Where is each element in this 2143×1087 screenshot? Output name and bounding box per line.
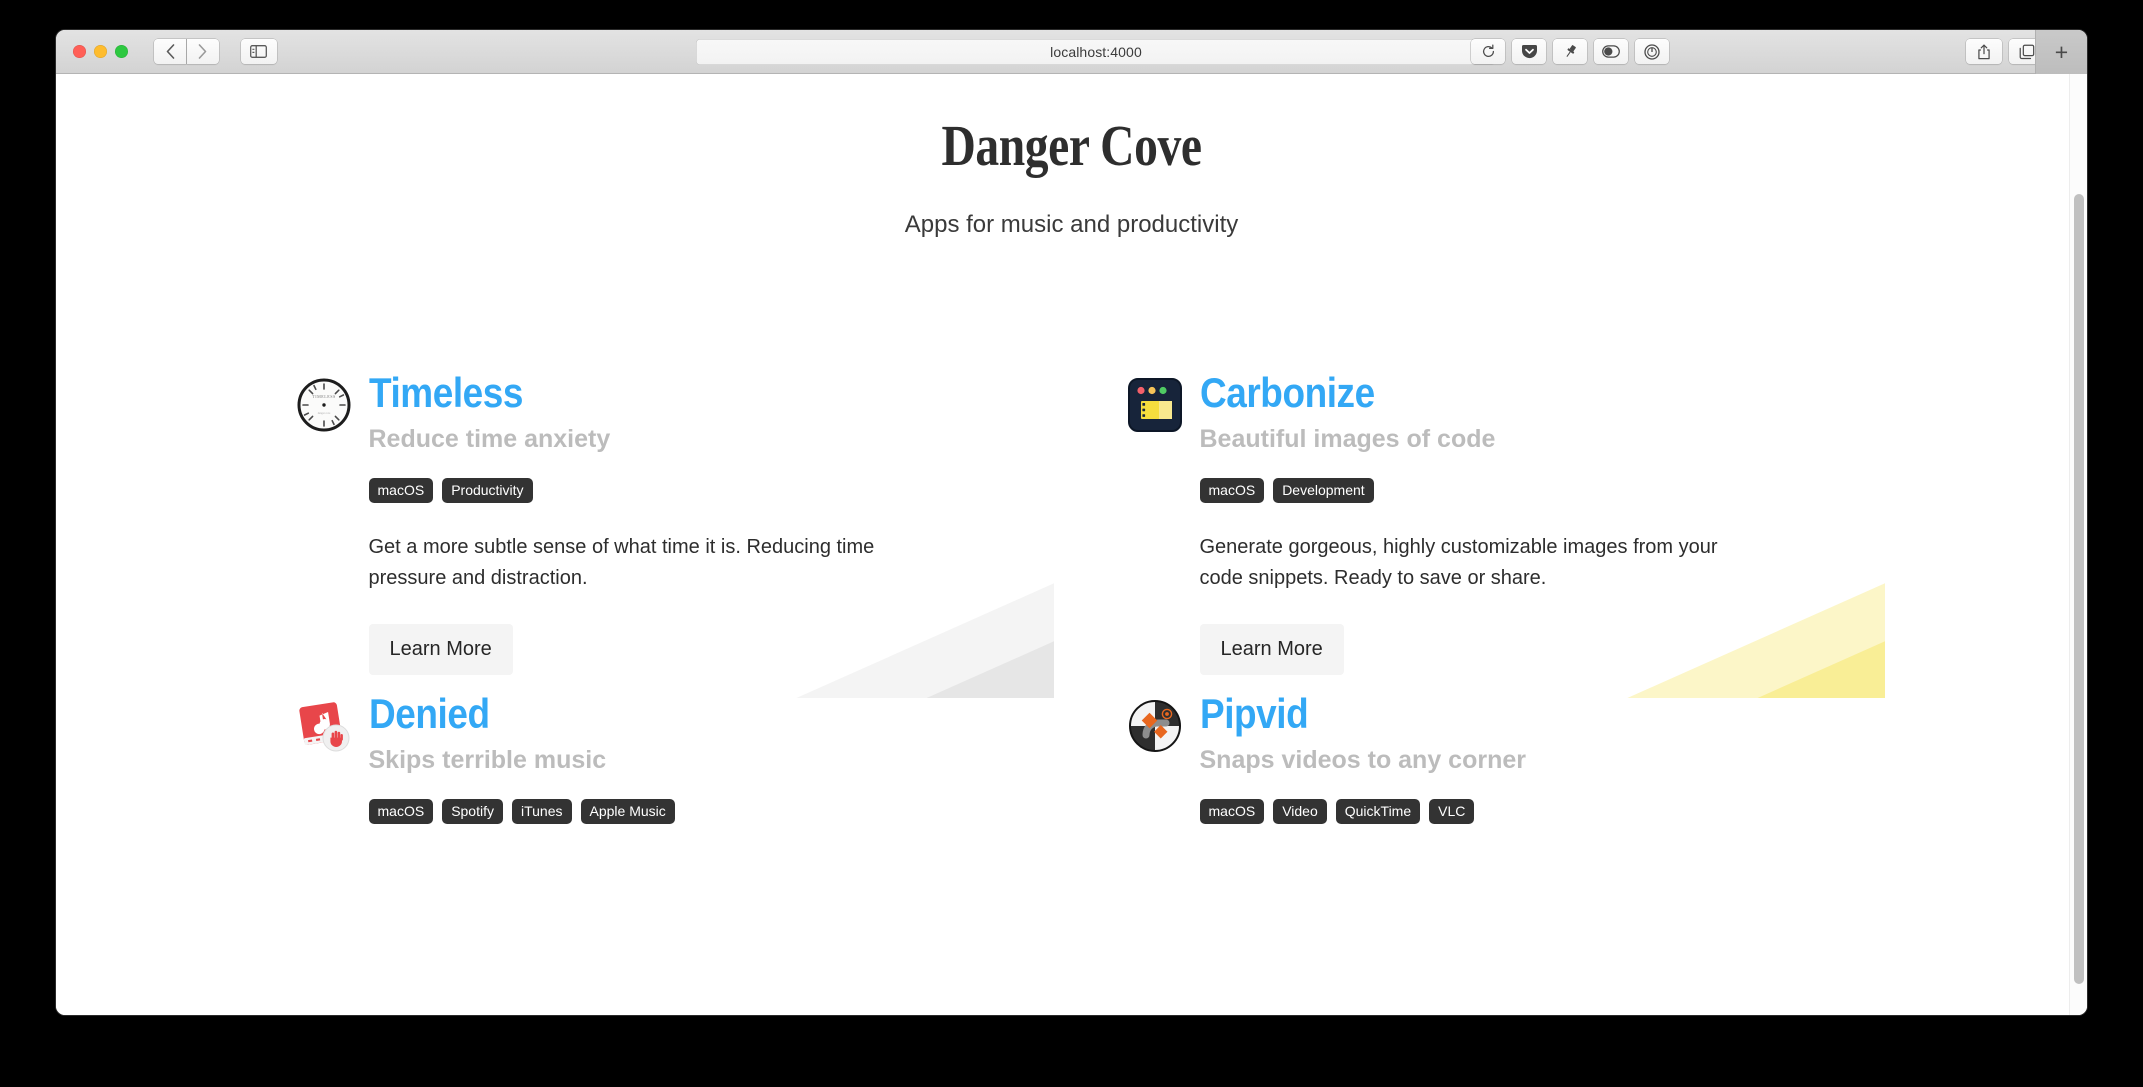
onepassword-button[interactable] — [1635, 39, 1669, 64]
toolbar-right-actions — [1966, 39, 2045, 64]
address-bar-actions — [1471, 39, 1669, 64]
app-card-carbonize: Carbonize Beautiful images of code macOS… — [1127, 371, 1885, 698]
app-card-timeless: TIMELESS danger cove Timeless Reduce tim… — [297, 371, 1054, 698]
tag-chip: macOS — [1199, 478, 1265, 504]
app-tagline: Beautiful images of code — [1199, 424, 1496, 453]
pocket-icon — [1521, 44, 1537, 59]
close-window-button[interactable] — [73, 45, 86, 58]
page-scrollbar[interactable] — [2069, 74, 2087, 1015]
reload-button[interactable] — [1471, 39, 1505, 64]
picture-in-picture-icon — [1128, 699, 1182, 753]
reader-contrast-icon — [1602, 45, 1620, 58]
app-grid: TIMELESS danger cove Timeless Reduce tim… — [297, 239, 1885, 843]
share-icon — [1978, 44, 1990, 59]
app-tagline: Reduce time anxiety — [368, 424, 611, 453]
chevron-left-icon — [166, 44, 174, 59]
music-stop-icon — [297, 699, 351, 753]
new-tab-button[interactable]: + — [2035, 30, 2087, 74]
app-card-header: Pipvid Snaps videos to any corner — [1128, 692, 1847, 775]
app-description: Generate gorgeous, highly customizable i… — [1199, 536, 1718, 589]
tag-chip: macOS — [1199, 799, 1265, 825]
navigation-buttons — [154, 39, 219, 64]
web-page-content: Danger Cove Apps for music and productiv… — [56, 74, 2087, 1015]
page-title: Danger Cove — [941, 113, 1202, 178]
page-subtitle: Apps for music and productivity — [904, 210, 1239, 238]
svg-text:danger cove: danger cove — [317, 412, 330, 415]
chevron-right-icon — [198, 44, 207, 59]
tabs-overview-icon — [2019, 44, 2035, 59]
tag-chip: macOS — [368, 478, 434, 504]
forward-button[interactable] — [186, 39, 219, 64]
tag-chip: QuickTime — [1335, 799, 1421, 825]
app-name[interactable]: Carbonize — [1200, 371, 1460, 414]
pin-tab-button[interactable] — [1553, 39, 1587, 64]
site-header: Danger Cove Apps for music and productiv… — [56, 74, 2087, 239]
share-button[interactable] — [1966, 39, 2002, 64]
url-text: localhost:4000 — [1050, 43, 1142, 60]
onepassword-icon — [1644, 43, 1660, 60]
new-tab-label: + — [2054, 38, 2069, 65]
app-tags: macOS Development — [1199, 478, 1847, 504]
back-button[interactable] — [154, 39, 186, 64]
app-tags: macOS Video QuickTime VLC — [1199, 799, 1847, 825]
code-window-icon — [1127, 377, 1182, 432]
sidebar-toggle-icon — [250, 45, 267, 58]
app-card-denied: Denied Skips terrible music macOS Spotif… — [297, 692, 1016, 843]
minimize-window-button[interactable] — [94, 45, 107, 58]
app-titles: Carbonize Beautiful images of code — [1199, 371, 1496, 454]
app-titles: Pipvid Snaps videos to any corner — [1199, 692, 1527, 775]
app-titles: Denied Skips terrible music — [368, 692, 607, 775]
scrollbar-thumb[interactable] — [2074, 194, 2084, 984]
sidebar-toggle-button[interactable] — [240, 39, 277, 64]
tag-chip: iTunes — [512, 799, 572, 825]
tag-chip: Productivity — [442, 478, 533, 504]
zoom-window-button[interactable] — [115, 45, 128, 58]
app-card-header: Denied Skips terrible music — [297, 692, 1016, 775]
app-tagline: Snaps videos to any corner — [1199, 745, 1527, 774]
app-tags: macOS Spotify iTunes Apple Music — [368, 799, 1016, 825]
clock-icon: TIMELESS danger cove — [297, 378, 351, 432]
tag-chip: VLC — [1429, 799, 1475, 825]
app-name[interactable]: Pipvid — [1200, 692, 1487, 735]
app-name[interactable]: Timeless — [369, 371, 582, 414]
tag-chip: Video — [1273, 799, 1327, 825]
reader-contrast-button[interactable] — [1594, 39, 1628, 64]
tag-chip: Spotify — [442, 799, 503, 825]
reload-icon — [1482, 44, 1494, 57]
learn-more-button[interactable]: Learn More — [368, 623, 513, 675]
app-card-header: TIMELESS danger cove Timeless Reduce tim… — [297, 371, 1016, 454]
pocket-button[interactable] — [1512, 39, 1546, 64]
app-card-header: Carbonize Beautiful images of code — [1127, 371, 1847, 454]
app-tags: macOS Productivity — [368, 478, 1016, 504]
address-bar[interactable]: localhost:4000 — [696, 38, 1496, 65]
app-tagline: Skips terrible music — [368, 745, 607, 774]
tag-chip: macOS — [368, 799, 434, 825]
browser-window: localhost:4000 + Danger Cove Apps for mu… — [56, 30, 2087, 1015]
svg-text:TIMELESS: TIMELESS — [312, 394, 336, 399]
app-titles: Timeless Reduce time anxiety — [368, 371, 611, 454]
pin-icon — [1566, 45, 1576, 57]
tag-chip: Development — [1273, 478, 1374, 504]
app-card-pipvid: Pipvid Snaps videos to any corner macOS … — [1128, 692, 1847, 843]
learn-more-button[interactable]: Learn More — [1199, 623, 1344, 675]
tag-chip: Apple Music — [580, 799, 675, 825]
app-name[interactable]: Denied — [369, 692, 578, 735]
window-controls — [73, 45, 128, 58]
browser-toolbar: localhost:4000 + — [56, 30, 2087, 74]
app-description: Get a more subtle sense of what time it … — [368, 536, 875, 589]
